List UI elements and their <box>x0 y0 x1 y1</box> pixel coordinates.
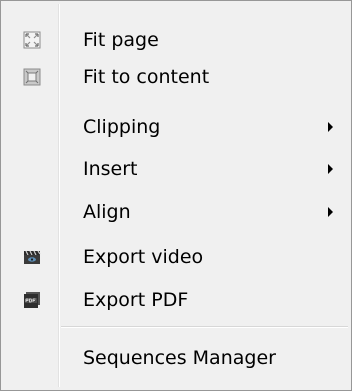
fit-page-icon <box>23 31 41 49</box>
context-menu: Fit page Fit to content Clipping Insert … <box>0 0 352 391</box>
menu-item-export-video[interactable]: Export video <box>4 237 348 277</box>
menu-item-export-pdf[interactable]: Export PDF <box>4 280 348 320</box>
menu-item-label: Fit page <box>83 29 159 51</box>
menu-item-label: Fit to content <box>83 66 210 88</box>
menu-item-fit-to-content[interactable]: Fit to content <box>4 57 348 97</box>
menu-separator <box>61 326 348 328</box>
menu-item-fit-page[interactable]: Fit page <box>4 20 348 60</box>
menu-item-clipping[interactable]: Clipping <box>4 107 348 147</box>
pdf-icon <box>23 291 41 309</box>
submenu-arrow-icon <box>328 122 333 132</box>
menu-item-label: Export PDF <box>83 289 189 311</box>
clapperboard-icon <box>23 248 41 266</box>
menu-item-label: Clipping <box>83 116 161 138</box>
menu-item-label: Align <box>83 201 131 223</box>
menu-item-label: Export video <box>83 246 204 268</box>
menu-item-align[interactable]: Align <box>4 192 348 232</box>
submenu-arrow-icon <box>328 164 333 174</box>
menu-item-label: Insert <box>83 158 138 180</box>
submenu-arrow-icon <box>328 207 333 217</box>
fit-to-content-icon <box>23 68 41 86</box>
menu-item-label: Sequences Manager <box>83 347 276 369</box>
menu-item-insert[interactable]: Insert <box>4 149 348 189</box>
menu-item-sequences-manager[interactable]: Sequences Manager <box>4 338 348 378</box>
